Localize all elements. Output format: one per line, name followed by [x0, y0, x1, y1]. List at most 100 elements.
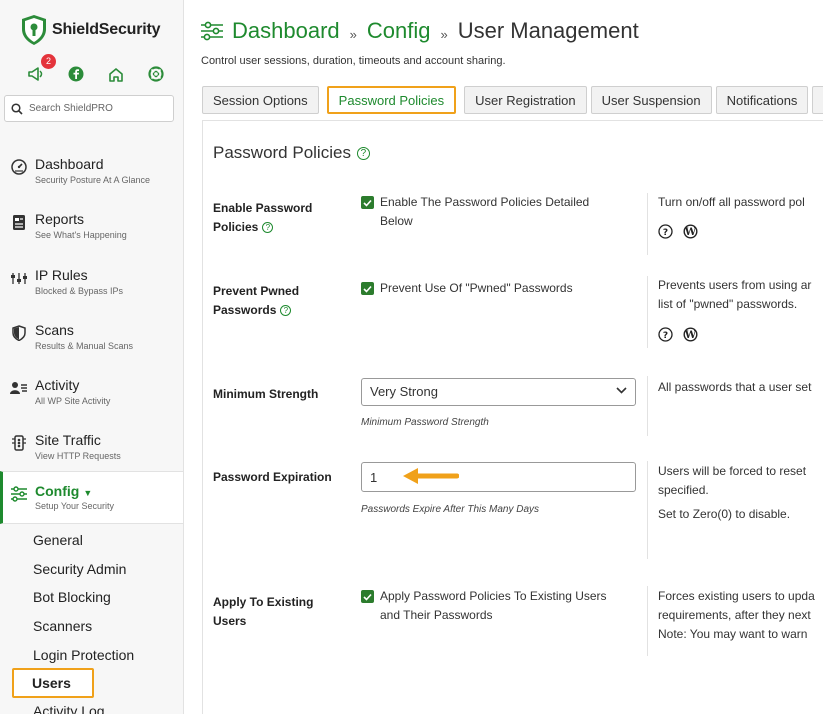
- nav-subtitle: View HTTP Requests: [35, 451, 121, 461]
- nav-title: Activity: [35, 377, 80, 393]
- sidebar: ShieldSecurity 2 Search ShieldPRO Dashbo…: [0, 0, 184, 714]
- check-icon: [363, 285, 372, 293]
- crumb-dashboard[interactable]: Dashboard: [232, 18, 340, 44]
- nav-config[interactable]: Config ▼ Setup Your Security: [0, 471, 183, 524]
- subnav-scanners[interactable]: Scanners: [33, 618, 92, 634]
- question-circle-icon[interactable]: ?: [658, 224, 673, 239]
- label-password-expiration: Password Expiration: [213, 470, 332, 484]
- checkbox-enable-password-policies[interactable]: Enable The Password Policies Detailed Bel…: [361, 193, 589, 231]
- search-icon: [11, 102, 23, 115]
- question-circle-icon[interactable]: ?: [658, 327, 673, 342]
- label-enable-password-policies: Enable Password Policies?: [213, 201, 313, 234]
- nav-site-traffic[interactable]: Site Traffic View HTTP Requests: [0, 426, 183, 470]
- section-title: Password Policies ?: [213, 143, 370, 163]
- divider: [647, 276, 648, 348]
- search-input[interactable]: [29, 103, 169, 114]
- tab-notifications[interactable]: Notifications: [715, 86, 809, 114]
- label-apply-to-existing-users: Apply To Existing Users: [213, 595, 314, 628]
- nav-title: Dashboard: [35, 156, 104, 172]
- select-value: Very Strong: [370, 384, 438, 399]
- arrow-left-icon: [403, 468, 459, 484]
- nav-subtitle: See What's Happening: [35, 230, 127, 240]
- page-subtitle: Control user sessions, duration, timeout…: [201, 55, 506, 67]
- divider: [647, 461, 648, 559]
- subnav-security-admin[interactable]: Security Admin: [33, 561, 126, 577]
- tab-user-registration[interactable]: User Registration: [464, 86, 587, 114]
- shield-icon: [10, 324, 28, 342]
- tab-more[interactable]: C: [812, 86, 823, 114]
- activity-icon: [10, 379, 28, 397]
- ip-rules-icon: [10, 269, 28, 287]
- help-icon[interactable]: ?: [356, 146, 370, 160]
- svg-text:W: W: [684, 227, 697, 238]
- crumb-config[interactable]: Config: [367, 18, 431, 44]
- description-links: ? W: [658, 327, 708, 342]
- search-box[interactable]: [4, 95, 174, 122]
- nav-activity[interactable]: Activity All WP Site Activity: [0, 371, 183, 415]
- nav-subtitle: Setup Your Security: [35, 501, 115, 511]
- tab-password-policies[interactable]: Password Policies: [326, 86, 457, 114]
- wordpress-icon[interactable]: W: [683, 327, 698, 342]
- brand-name: ShieldSecurity: [52, 21, 161, 38]
- checkbox-checked[interactable]: [361, 196, 374, 209]
- check-icon: [363, 593, 372, 601]
- description: Forces existing users to upda requirement…: [658, 589, 815, 641]
- help-icon[interactable]: ?: [262, 222, 274, 233]
- nav-reports[interactable]: Reports See What's Happening: [0, 205, 183, 249]
- main-content: Dashboard » Config » User Management Con…: [184, 0, 823, 714]
- field-hint: Minimum Password Strength: [361, 417, 489, 428]
- caret-down-icon: ▼: [83, 488, 93, 498]
- nav-title: IP Rules: [35, 267, 88, 283]
- quick-links: 2: [26, 54, 166, 84]
- nav-dashboard[interactable]: Dashboard Security Posture At A Glance: [0, 150, 183, 194]
- description-links: ? W: [658, 224, 708, 239]
- help-icon[interactable]: ?: [280, 305, 292, 316]
- subnav-login-protection[interactable]: Login Protection: [33, 647, 134, 663]
- nav-scans[interactable]: Scans Results & Manual Scans: [0, 316, 183, 360]
- logo[interactable]: ShieldSecurity: [20, 14, 161, 46]
- checkbox-label: Apply Password Policies To Existing User…: [380, 589, 607, 622]
- subnav-bot-blocking[interactable]: Bot Blocking: [33, 589, 111, 605]
- divider: [647, 376, 648, 436]
- tab-user-suspension[interactable]: User Suspension: [590, 86, 712, 114]
- wordpress-icon[interactable]: W: [683, 224, 698, 239]
- sliders-icon: [201, 21, 223, 41]
- crumb-separator: »: [440, 26, 448, 42]
- nav-subtitle: All WP Site Activity: [35, 396, 111, 406]
- subnav-activity-log[interactable]: Activity Log: [33, 703, 105, 714]
- crumb-separator: »: [349, 26, 357, 42]
- label-prevent-pwned-passwords: Prevent Pwned Passwords?: [213, 284, 300, 317]
- notifications-button[interactable]: 2: [26, 54, 56, 84]
- lifebuoy-icon: [148, 66, 164, 82]
- support-link[interactable]: [146, 64, 166, 84]
- description: Turn on/off all password pol: [658, 195, 805, 209]
- tab-session-options[interactable]: Session Options: [202, 86, 319, 114]
- minimum-strength-select[interactable]: Very Strong: [361, 378, 636, 406]
- svg-text:W: W: [684, 330, 697, 341]
- gauge-icon: [10, 158, 28, 176]
- divider: [647, 586, 648, 656]
- checkbox-checked[interactable]: [361, 282, 374, 295]
- facebook-icon: [68, 66, 84, 82]
- facebook-link[interactable]: [66, 64, 86, 84]
- shield-logo-icon: [22, 15, 46, 45]
- divider: [647, 193, 648, 255]
- checkbox-checked[interactable]: [361, 590, 374, 603]
- nav-title: Config ▼: [35, 483, 93, 499]
- home-link[interactable]: [106, 64, 126, 84]
- label-minimum-strength: Minimum Strength: [213, 387, 319, 401]
- checkbox-label: Enable The Password Policies Detailed Bel…: [380, 195, 590, 228]
- nav-ip-rules[interactable]: IP Rules Blocked & Bypass IPs: [0, 261, 183, 305]
- description: All passwords that a user set: [658, 380, 812, 394]
- checkbox-apply-to-existing-users[interactable]: Apply Password Policies To Existing User…: [361, 587, 607, 625]
- checkbox-prevent-pwned-passwords[interactable]: Prevent Use Of "Pwned" Passwords: [361, 279, 573, 298]
- svg-text:?: ?: [663, 228, 668, 238]
- checkbox-label: Prevent Use Of "Pwned" Passwords: [380, 281, 573, 295]
- nav-title: Scans: [35, 322, 74, 338]
- nav-subtitle: Results & Manual Scans: [35, 341, 134, 351]
- traffic-icon: [10, 434, 28, 452]
- nav-title: Site Traffic: [35, 432, 101, 448]
- description: Prevents users from using ar list of "pwn…: [658, 278, 812, 311]
- subnav-users[interactable]: Users: [12, 668, 94, 698]
- subnav-general[interactable]: General: [33, 532, 83, 548]
